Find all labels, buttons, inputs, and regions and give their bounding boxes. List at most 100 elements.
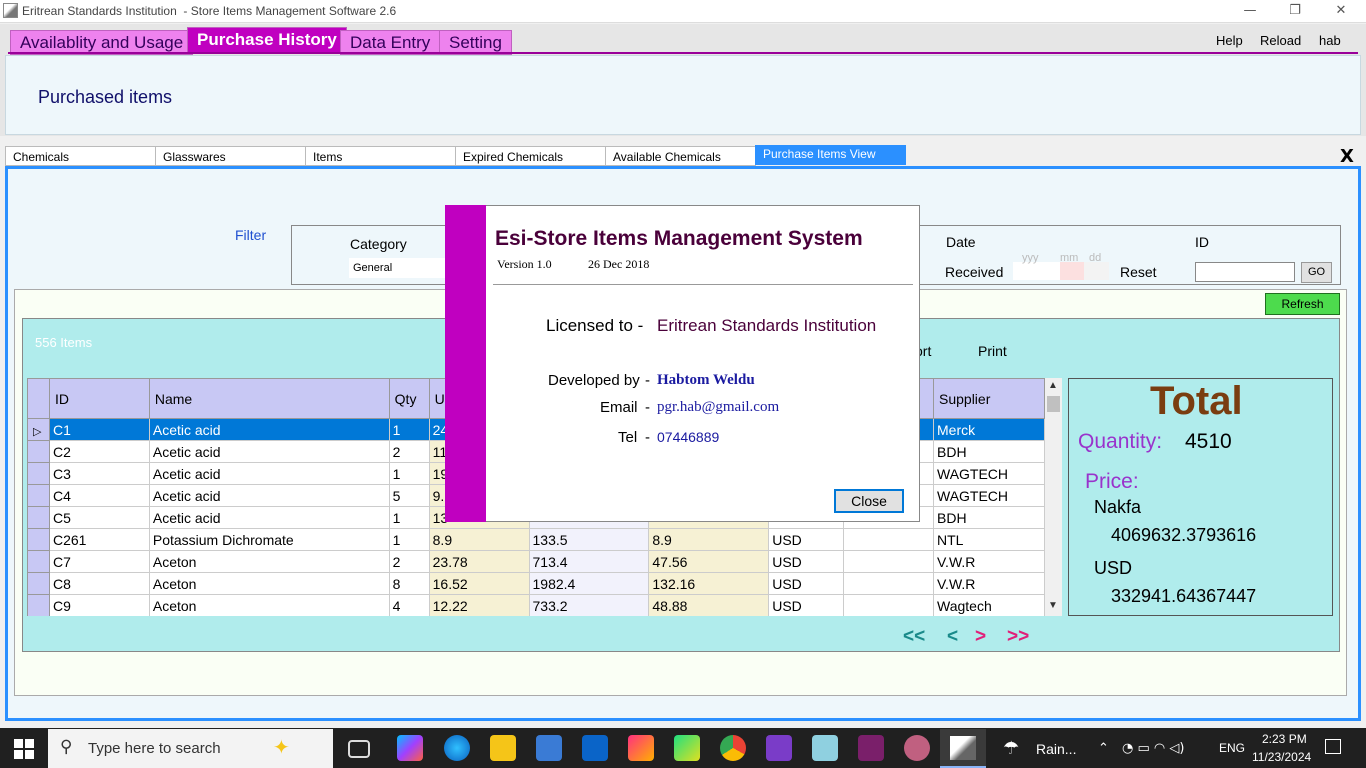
scroll-thumb[interactable] bbox=[1047, 396, 1060, 412]
table-cell[interactable]: 1982.4 bbox=[528, 572, 650, 595]
table-cell[interactable]: C8 bbox=[48, 572, 150, 595]
subtab-available-chemicals[interactable]: Available Chemicals bbox=[605, 146, 756, 166]
table-cell[interactable] bbox=[843, 594, 934, 616]
table-cell[interactable]: V.W.R bbox=[933, 550, 1045, 573]
help-link[interactable]: Help bbox=[1216, 33, 1243, 48]
row-header[interactable] bbox=[27, 440, 50, 463]
table-cell[interactable]: BDH bbox=[933, 506, 1045, 529]
table-cell[interactable]: C2 bbox=[48, 440, 150, 463]
table-cell[interactable]: 8 bbox=[388, 572, 430, 595]
table-cell[interactable]: 1 bbox=[388, 528, 430, 551]
table-cell[interactable]: C9 bbox=[48, 594, 150, 616]
reset-link[interactable]: Reset bbox=[1120, 264, 1157, 280]
table-cell[interactable]: USD bbox=[768, 572, 845, 595]
clock-date[interactable]: 11/23/2024 bbox=[1252, 750, 1311, 764]
print-link[interactable]: Print bbox=[978, 343, 1007, 359]
visual-studio-icon[interactable] bbox=[766, 735, 792, 761]
table-cell[interactable]: C261 bbox=[48, 528, 150, 551]
tray-icons[interactable]: ◔ ▭ ◠ ◁) bbox=[1122, 741, 1184, 756]
table-cell[interactable]: 47.56 bbox=[648, 550, 770, 573]
dialog-close-button[interactable]: Close bbox=[834, 489, 904, 513]
table-cell[interactable]: Aceton bbox=[148, 550, 390, 573]
table-cell[interactable]: 4 bbox=[388, 594, 430, 616]
row-header[interactable] bbox=[27, 528, 50, 551]
table-cell[interactable]: WAGTECH bbox=[933, 462, 1045, 485]
windows-start-icon[interactable] bbox=[14, 739, 34, 759]
year-input[interactable] bbox=[1013, 262, 1060, 280]
table-row[interactable]: C9 Aceton 4 12.22 733.2 48.88 USD Wagtech bbox=[27, 594, 1045, 616]
row-header[interactable] bbox=[27, 550, 50, 573]
active-app-button[interactable] bbox=[940, 729, 986, 768]
table-cell[interactable]: USD bbox=[768, 594, 845, 616]
category-select[interactable]: General bbox=[349, 258, 445, 278]
grid-scrollbar[interactable]: ▲ ▼ bbox=[1045, 378, 1062, 616]
table-cell[interactable]: USD bbox=[768, 550, 845, 573]
table-cell[interactable]: 713.4 bbox=[528, 550, 650, 573]
chrome-icon[interactable] bbox=[720, 735, 746, 761]
close-window-button[interactable]: ✕ bbox=[1318, 0, 1364, 23]
row-header[interactable] bbox=[27, 462, 50, 485]
task-view-icon[interactable] bbox=[348, 740, 370, 758]
table-cell[interactable]: 133.5 bbox=[528, 528, 650, 551]
table-cell[interactable]: USD bbox=[768, 528, 845, 551]
table-cell[interactable]: Wagtech bbox=[933, 594, 1045, 616]
month-input[interactable] bbox=[1060, 262, 1084, 280]
close-tab-icon[interactable]: X bbox=[1340, 146, 1354, 167]
prev-page-button[interactable]: < bbox=[947, 626, 958, 648]
table-cell[interactable] bbox=[843, 550, 934, 573]
table-cell[interactable]: 733.2 bbox=[528, 594, 650, 616]
day-input[interactable] bbox=[1084, 262, 1109, 280]
chevron-up-icon[interactable]: ⌃ bbox=[1098, 741, 1109, 756]
last-page-button[interactable]: >> bbox=[1007, 626, 1029, 648]
table-cell[interactable]: 16.52 bbox=[428, 572, 530, 595]
table-cell[interactable]: Acetic acid bbox=[148, 506, 390, 529]
next-page-button[interactable]: > bbox=[975, 626, 986, 648]
edge-icon[interactable] bbox=[444, 735, 470, 761]
table-cell[interactable]: Potassium Dichromate bbox=[148, 528, 390, 551]
row-header[interactable] bbox=[27, 594, 50, 616]
col-name[interactable]: Name bbox=[148, 378, 390, 419]
store-icon[interactable] bbox=[536, 735, 562, 761]
subtab-glasswares[interactable]: Glasswares bbox=[155, 146, 306, 166]
table-cell[interactable]: Aceton bbox=[148, 572, 390, 595]
subtab-chemicals[interactable]: Chemicals bbox=[5, 146, 156, 166]
table-cell[interactable]: BDH bbox=[933, 440, 1045, 463]
subtab-expired-chemicals[interactable]: Expired Chemicals bbox=[455, 146, 606, 166]
refresh-button[interactable]: Refresh bbox=[1265, 293, 1340, 315]
table-cell[interactable]: 12.22 bbox=[428, 594, 530, 616]
app-icon-umbrella[interactable] bbox=[904, 735, 930, 761]
pycharm-icon[interactable] bbox=[674, 735, 700, 761]
table-cell[interactable]: 1 bbox=[388, 506, 430, 529]
file-explorer-icon[interactable] bbox=[490, 735, 516, 761]
col-supplier[interactable]: Supplier bbox=[933, 378, 1045, 419]
restore-button[interactable]: ❐ bbox=[1272, 0, 1318, 23]
go-button[interactable]: GO bbox=[1301, 262, 1332, 283]
row-header[interactable] bbox=[27, 572, 50, 595]
col-id[interactable]: ID bbox=[48, 378, 150, 419]
tab-purchase-history[interactable]: Purchase History bbox=[187, 27, 347, 54]
outlook-icon[interactable] bbox=[582, 735, 608, 761]
table-cell[interactable]: Acetic acid bbox=[148, 440, 390, 463]
language-indicator[interactable]: ENG bbox=[1219, 741, 1245, 755]
table-cell[interactable]: Merck bbox=[933, 418, 1045, 441]
table-cell[interactable]: Acetic acid bbox=[148, 462, 390, 485]
table-cell[interactable]: C1 bbox=[48, 418, 150, 441]
table-cell[interactable]: 1 bbox=[388, 418, 430, 441]
scroll-down-icon[interactable]: ▼ bbox=[1048, 600, 1058, 611]
minimize-button[interactable]: — bbox=[1227, 0, 1273, 23]
table-cell[interactable] bbox=[843, 572, 934, 595]
taskbar-search[interactable]: ⚲ Type here to search ✦ bbox=[48, 729, 333, 768]
subtab-purchase-items-view[interactable]: Purchase Items View bbox=[755, 145, 906, 165]
clock-time[interactable]: 2:23 PM bbox=[1262, 732, 1307, 746]
app-icon-glass[interactable] bbox=[812, 735, 838, 761]
table-cell[interactable]: V.W.R bbox=[933, 572, 1045, 595]
intellij-icon[interactable] bbox=[628, 735, 654, 761]
first-page-button[interactable]: << bbox=[903, 626, 925, 648]
pdf-app-icon[interactable] bbox=[858, 735, 884, 761]
table-cell[interactable]: C7 bbox=[48, 550, 150, 573]
table-cell[interactable]: 132.16 bbox=[648, 572, 770, 595]
row-header[interactable] bbox=[27, 506, 50, 529]
table-cell[interactable]: 2 bbox=[388, 550, 430, 573]
table-cell[interactable]: Acetic acid bbox=[148, 484, 390, 507]
table-row[interactable]: C261 Potassium Dichromate 1 8.9 133.5 8.9 USD N… bbox=[27, 528, 1045, 551]
